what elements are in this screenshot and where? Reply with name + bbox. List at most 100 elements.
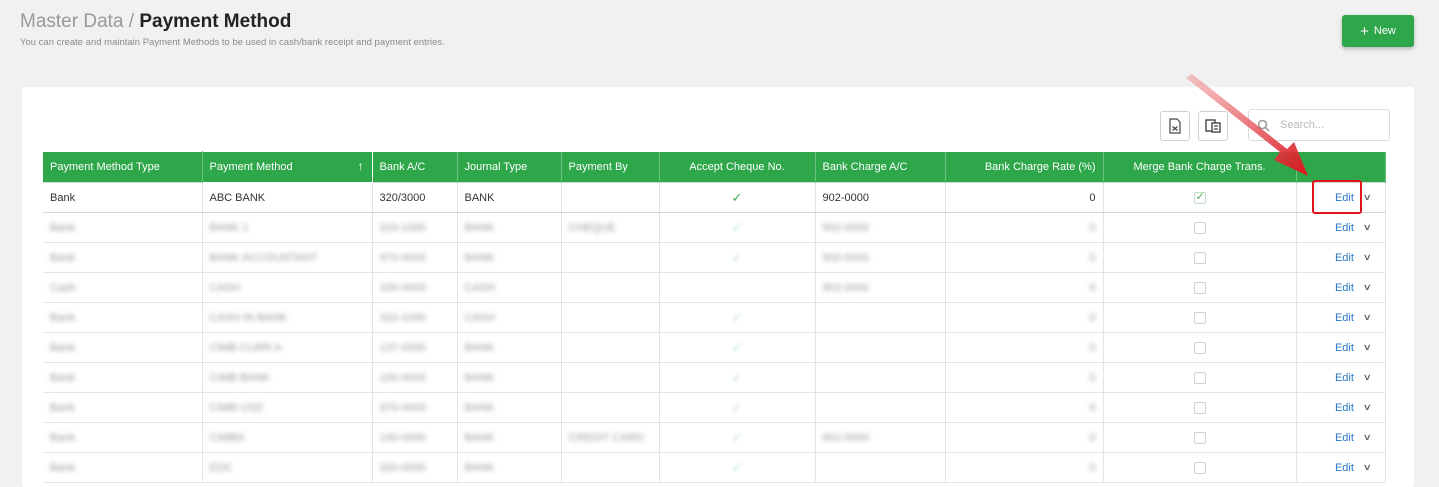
merge-charge-cell	[1103, 212, 1297, 243]
accept-cheque-cell: ✓	[659, 242, 816, 273]
merge-charge-cell	[1103, 272, 1297, 303]
page-header: Master Data / Payment Method You can cre…	[20, 10, 445, 48]
chevron-down-icon[interactable]: ∨	[1363, 312, 1372, 323]
cell-payment-by	[561, 332, 660, 363]
cell-type: Bank	[43, 332, 203, 363]
cell-charge-ac: 902-0000	[815, 212, 946, 243]
cell-type: Bank	[43, 452, 203, 483]
excel-icon	[1169, 118, 1181, 134]
cell-type: Bank	[43, 212, 203, 243]
chevron-down-icon[interactable]: ∨	[1363, 192, 1372, 203]
cell-type: Bank	[43, 302, 203, 333]
sort-ascending-icon: ↑	[357, 159, 364, 173]
edit-link[interactable]: Edit	[1335, 402, 1354, 414]
row-actions-wrap: Edit ∨	[1297, 282, 1384, 294]
column-header[interactable]: Bank Charge Rate (%)	[945, 151, 1104, 183]
payment-method-grid: Payment Method Type Payment Method ↑ Ban…	[43, 151, 1386, 483]
cell-text: 0	[1089, 461, 1096, 474]
row-actions: Edit ∨	[1295, 302, 1386, 333]
column-header[interactable]: Bank A/C	[372, 151, 458, 183]
chevron-down-icon[interactable]: ∨	[1363, 372, 1372, 383]
cell-bank-ac: 970-0000	[372, 392, 458, 423]
merge-charge-checkbox	[1193, 190, 1206, 204]
row-actions-wrap: Edit ∨	[1297, 222, 1384, 234]
column-header[interactable]: Bank Charge A/C	[815, 151, 946, 183]
cell-bank-ac: 320-0000	[372, 452, 458, 483]
column-header-sorted[interactable]: Payment Method ↑	[201, 151, 373, 183]
page-title-text: Payment Method	[139, 11, 292, 32]
edit-link[interactable]: Edit	[1335, 432, 1354, 444]
chevron-down-icon[interactable]: ∨	[1363, 342, 1372, 353]
cell-type: Cash	[43, 272, 203, 303]
cell-journal: BANK	[457, 242, 562, 273]
chevron-down-icon[interactable]: ∨	[1363, 432, 1372, 443]
row-actions-wrap: Edit ∨	[1297, 462, 1384, 474]
cell-charge-rate: 0	[945, 362, 1104, 393]
cell-text: CASH IN BANK	[209, 311, 288, 324]
merge-charge-checkbox	[1193, 371, 1206, 384]
cell-charge-ac: 902-0000	[815, 422, 946, 453]
column-chooser-button[interactable]	[1198, 111, 1228, 141]
cell-text: 0	[1089, 251, 1096, 264]
cell-text: 310-1000	[379, 311, 427, 324]
new-button[interactable]: + New	[1342, 15, 1414, 47]
cell-charge-rate: 0	[945, 212, 1104, 243]
cell-method: EDC	[202, 452, 373, 483]
edit-link[interactable]: Edit	[1335, 312, 1354, 324]
chevron-down-icon[interactable]: ∨	[1363, 252, 1372, 263]
row-actions-wrap: Edit ∨	[1297, 432, 1384, 444]
cell-journal: BANK	[457, 212, 562, 243]
cell-text: Bank	[50, 401, 76, 414]
row-actions: Edit ∨	[1295, 362, 1386, 393]
merge-charge-checkbox	[1193, 251, 1206, 264]
export-excel-button[interactable]	[1160, 111, 1190, 141]
row-actions: Edit ∨	[1295, 392, 1386, 423]
chevron-down-icon[interactable]: ∨	[1363, 282, 1372, 293]
cell-text: 0	[1089, 371, 1096, 384]
cell-text: 320-0000	[379, 461, 427, 474]
merge-charge-cell	[1103, 242, 1297, 273]
chevron-down-icon[interactable]: ∨	[1363, 402, 1372, 413]
column-header[interactable]: Payment Method Type	[43, 151, 203, 183]
merge-charge-checkbox	[1193, 341, 1206, 354]
merge-charge-cell	[1103, 362, 1297, 393]
cell-method: CASH IN BANK	[202, 302, 373, 333]
search-input[interactable]	[1278, 118, 1382, 132]
column-header[interactable]: Accept Cheque No.	[659, 151, 816, 183]
chevron-down-icon[interactable]: ∨	[1363, 222, 1372, 233]
cell-text: Bank	[50, 251, 76, 264]
cell-journal: BANK	[457, 392, 562, 423]
row-actions-wrap: Edit ∨	[1297, 342, 1384, 354]
cell-payment-by	[561, 452, 660, 483]
cell-payment-by	[561, 362, 660, 393]
cell-type: Bank	[43, 362, 203, 393]
search-icon	[1257, 119, 1270, 132]
edit-link[interactable]: Edit	[1335, 282, 1354, 294]
cell-text: BANK	[464, 371, 495, 384]
grid-header-row: Payment Method Type Payment Method ↑ Ban…	[43, 151, 1386, 183]
cell-charge-ac	[815, 392, 946, 423]
cell-bank-ac: 330-0000	[372, 272, 458, 303]
column-header[interactable]: Merge Bank Charge Trans.	[1103, 151, 1297, 183]
column-header[interactable]: Payment By	[561, 151, 660, 183]
edit-link[interactable]: Edit	[1335, 462, 1354, 474]
chevron-down-icon[interactable]: ∨	[1363, 462, 1372, 473]
cell-text: BANK	[464, 401, 495, 414]
cell-charge-rate: 0	[945, 392, 1104, 423]
cell-text: Bank	[50, 221, 76, 234]
table-row: Bank ABC BANK 320/3000 BANK ✓ 902-0000 0 Edit ∨	[43, 182, 1386, 213]
search-box[interactable]	[1248, 109, 1390, 141]
cell-charge-rate: 0	[945, 182, 1104, 213]
accept-cheque-cell: ✓	[659, 392, 816, 423]
edit-link[interactable]: Edit	[1335, 252, 1354, 264]
cell-method: BANK 1	[202, 212, 373, 243]
column-header[interactable]: Journal Type	[457, 151, 562, 183]
edit-link[interactable]: Edit	[1335, 342, 1354, 354]
edit-link[interactable]: Edit	[1335, 372, 1354, 384]
edit-link[interactable]: Edit	[1335, 192, 1354, 204]
edit-link[interactable]: Edit	[1335, 222, 1354, 234]
row-actions: Edit ∨	[1295, 332, 1386, 363]
cell-text: 970-0000	[379, 251, 427, 264]
table-row: Bank CIMB USD 970-0000 BANK ✓ 0 Edit ∨	[43, 392, 1386, 423]
merge-charge-checkbox	[1193, 401, 1206, 414]
